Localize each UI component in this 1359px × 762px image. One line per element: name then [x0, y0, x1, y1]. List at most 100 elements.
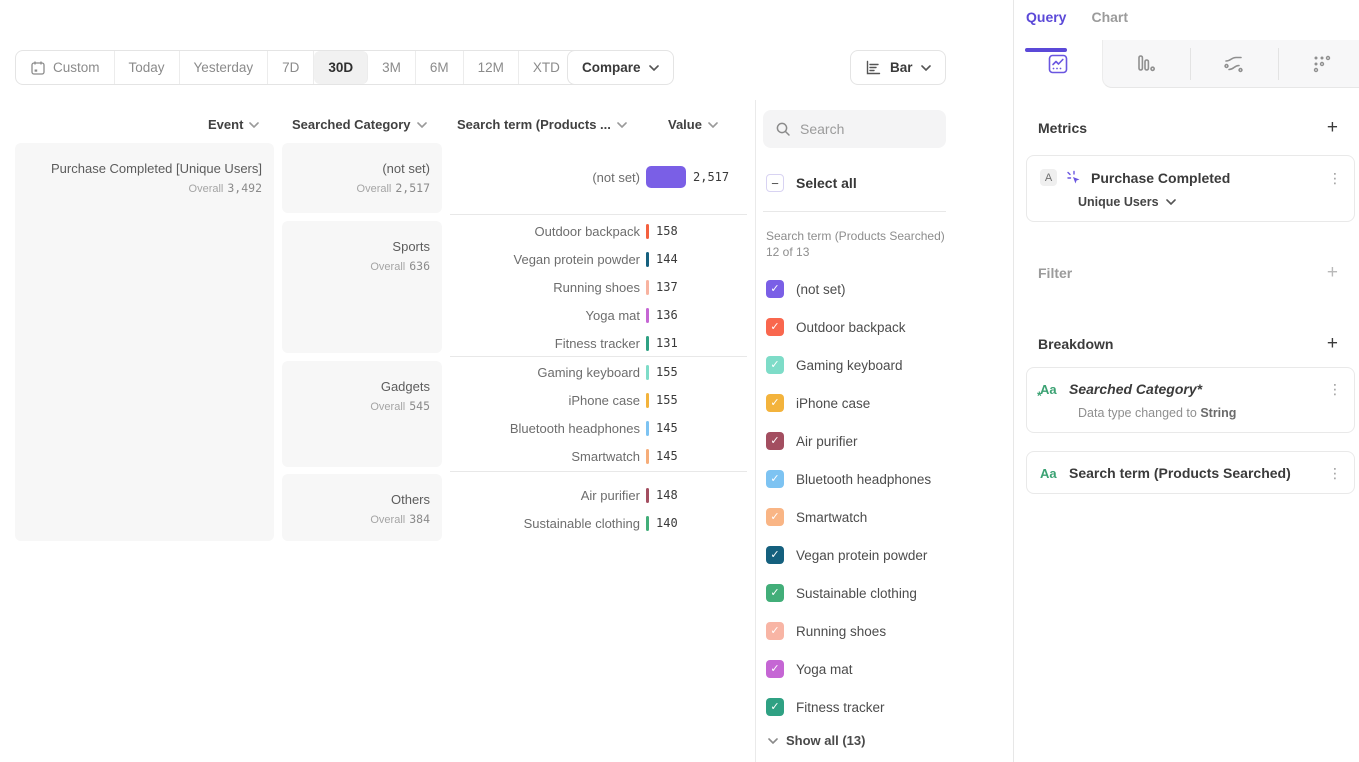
legend-item[interactable]: ✓ Sustainable clothing	[766, 574, 996, 612]
bar[interactable]	[646, 224, 649, 239]
checkbox-checked[interactable]: ✓	[766, 698, 784, 716]
bar[interactable]	[646, 421, 649, 436]
legend-item[interactable]: ✓ Air purifier	[766, 422, 996, 460]
legend-group-label: Search term (Products Searched) 12 of 13	[766, 228, 951, 260]
legend-item[interactable]: ✓ iPhone case	[766, 384, 996, 422]
bar-row[interactable]: iPhone case 155	[450, 386, 750, 414]
breakdown-card-searched-category[interactable]: Aa* Searched Category* ⋮ Data type chang…	[1026, 367, 1355, 433]
kebab-menu-icon[interactable]: ⋮	[1328, 171, 1342, 185]
legend-item[interactable]: ✓ Running shoes	[766, 612, 996, 650]
retention-icon	[1310, 52, 1334, 76]
checkbox-checked[interactable]: ✓	[766, 280, 784, 298]
group-divider	[450, 214, 747, 215]
date-range-6m[interactable]: 6M	[416, 51, 464, 84]
bar-row[interactable]: Bluetooth headphones 145	[450, 414, 750, 442]
legend-item[interactable]: ✓ (not set)	[766, 270, 996, 308]
date-range-7d[interactable]: 7D	[268, 51, 314, 84]
bar[interactable]	[646, 280, 649, 295]
report-type-insights-active[interactable]	[1014, 40, 1102, 88]
chart-type-dropdown[interactable]: Bar	[850, 50, 946, 85]
bar[interactable]	[646, 336, 649, 351]
bar-row[interactable]: Gaming keyboard 155	[450, 358, 750, 386]
checkbox-checked[interactable]: ✓	[766, 356, 784, 374]
bar-row[interactable]: Air purifier 148	[450, 481, 750, 509]
bar-row[interactable]: Vegan protein powder 144	[450, 245, 750, 273]
bar-row[interactable]: Yoga mat 136	[450, 301, 750, 329]
legend-item[interactable]: ✓ Bluetooth headphones	[766, 460, 996, 498]
date-range-12m[interactable]: 12M	[464, 51, 519, 84]
bar-row[interactable]: (not set) 2,517	[450, 163, 750, 191]
legend-search[interactable]	[763, 110, 946, 148]
checkbox-checked[interactable]: ✓	[766, 394, 784, 412]
legend-item[interactable]: ✓ Gaming keyboard	[766, 346, 996, 384]
date-range-3m[interactable]: 3M	[368, 51, 416, 84]
bar[interactable]	[646, 365, 649, 380]
bar[interactable]	[646, 308, 649, 323]
report-type-strip	[1014, 40, 1359, 88]
bar-row[interactable]: Running shoes 137	[450, 273, 750, 301]
legend-item[interactable]: ✓ Vegan protein powder	[766, 536, 996, 574]
checkbox-checked[interactable]: ✓	[766, 318, 784, 336]
category-block-others[interactable]: Others Overall384	[282, 474, 442, 541]
column-header-term[interactable]: Search term (Products ...	[457, 117, 627, 132]
report-type-funnels[interactable]	[1102, 40, 1190, 88]
add-metric-button[interactable]: +	[1327, 118, 1338, 137]
date-range-today[interactable]: Today	[115, 51, 180, 84]
checkbox-checked[interactable]: ✓	[766, 660, 784, 678]
compare-button[interactable]: Compare	[567, 50, 674, 85]
add-filter-button[interactable]: +	[1327, 263, 1338, 282]
query-panel-tabs: Query Chart	[1026, 9, 1128, 34]
bar[interactable]	[646, 252, 649, 267]
report-type-flows[interactable]	[1190, 40, 1278, 88]
category-block-not-set[interactable]: (not set) Overall2,517	[282, 143, 442, 213]
checkbox-checked[interactable]: ✓	[766, 508, 784, 526]
bar[interactable]	[646, 166, 686, 188]
legend-item[interactable]: ✓ Outdoor backpack	[766, 308, 996, 346]
column-header-event[interactable]: Event	[208, 117, 259, 132]
show-all-button[interactable]: Show all (13)	[768, 733, 865, 748]
bar[interactable]	[646, 449, 649, 464]
legend-item[interactable]: ✓ Yoga mat	[766, 650, 996, 688]
search-input[interactable]	[800, 121, 920, 137]
date-range-custom[interactable]: Custom	[16, 51, 115, 84]
flows-icon	[1222, 52, 1246, 76]
date-range-picker: Custom Today Yesterday 7D 30D 3M 6M 12M …	[15, 50, 592, 85]
legend-item[interactable]: ✓ Smartwatch	[766, 498, 996, 536]
group-divider	[450, 356, 747, 357]
bar-row[interactable]: Outdoor backpack 158	[450, 217, 750, 245]
tab-query[interactable]: Query	[1026, 9, 1066, 34]
metric-card[interactable]: A Purchase Completed ⋮ Unique Users	[1026, 155, 1355, 222]
category-block-sports[interactable]: Sports Overall636	[282, 221, 442, 353]
add-breakdown-button[interactable]: +	[1327, 334, 1338, 353]
report-type-retention[interactable]	[1278, 40, 1359, 88]
checkbox-checked[interactable]: ✓	[766, 546, 784, 564]
kebab-menu-icon[interactable]: ⋮	[1328, 382, 1342, 396]
bar[interactable]	[646, 393, 649, 408]
select-all-checkbox-indeterminate[interactable]: −	[766, 174, 784, 192]
event-label: Purchase Completed [Unique Users]	[25, 161, 262, 176]
bar[interactable]	[646, 516, 649, 531]
bar-row[interactable]: Smartwatch 145	[450, 442, 750, 470]
app-window: Custom Today Yesterday 7D 30D 3M 6M 12M …	[0, 0, 1359, 762]
breakdown-card-search-term[interactable]: Aa Search term (Products Searched) ⋮	[1026, 451, 1355, 494]
bar[interactable]	[646, 488, 649, 503]
breakdown-note: Data type changed to String	[1040, 406, 1342, 420]
select-all-row[interactable]: − Select all	[766, 174, 857, 192]
kebab-menu-icon[interactable]: ⋮	[1328, 466, 1342, 480]
bar-row[interactable]: Fitness tracker 131	[450, 329, 750, 357]
checkbox-checked[interactable]: ✓	[766, 584, 784, 602]
column-header-value[interactable]: Value	[668, 117, 718, 132]
checkbox-checked[interactable]: ✓	[766, 470, 784, 488]
bar-row[interactable]: Sustainable clothing 140	[450, 509, 750, 537]
event-block[interactable]: Purchase Completed [Unique Users] Overal…	[15, 143, 274, 541]
measure-dropdown[interactable]: Unique Users	[1040, 195, 1342, 209]
column-header-category[interactable]: Searched Category	[292, 117, 427, 132]
date-range-30d-selected[interactable]: 30D	[314, 51, 368, 84]
bar-chart-icon	[865, 60, 882, 76]
category-block-gadgets[interactable]: Gadgets Overall545	[282, 361, 442, 467]
date-range-yesterday[interactable]: Yesterday	[180, 51, 269, 84]
legend-item[interactable]: ✓ Fitness tracker	[766, 688, 996, 726]
checkbox-checked[interactable]: ✓	[766, 432, 784, 450]
checkbox-checked[interactable]: ✓	[766, 622, 784, 640]
tab-chart[interactable]: Chart	[1091, 9, 1128, 34]
